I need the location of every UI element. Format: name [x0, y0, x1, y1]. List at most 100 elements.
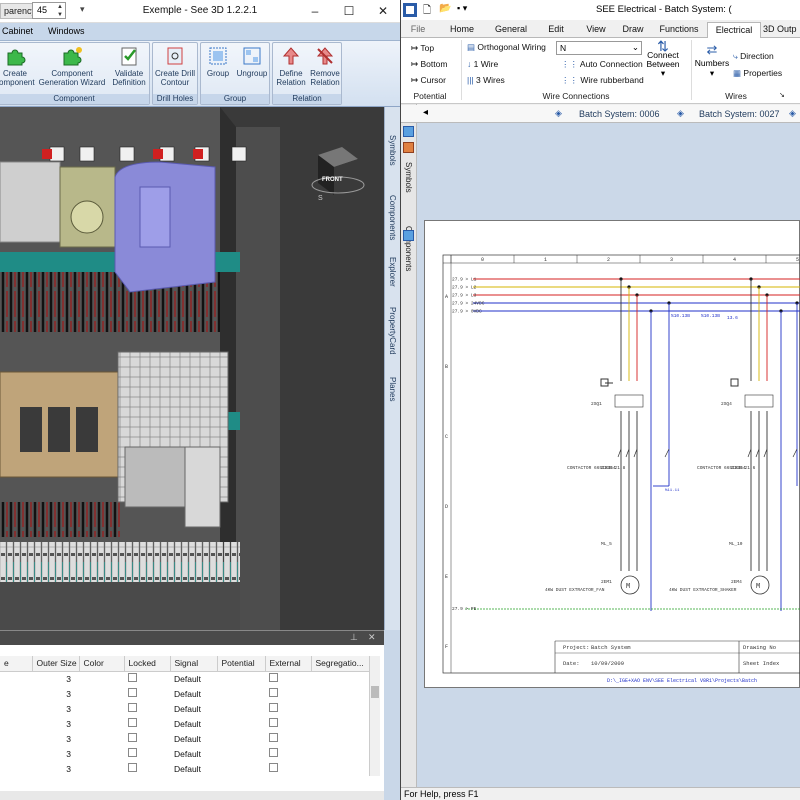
potential-cursor-button[interactable]: ↦ Cursor: [411, 75, 446, 86]
open-folder-icon[interactable]: 📂: [439, 3, 451, 14]
one-wire-button[interactable]: ↓ 1 Wire: [467, 59, 498, 69]
col-header-outer-size[interactable]: Outer Size: [32, 656, 80, 672]
maximize-icon[interactable]: ☐: [334, 0, 364, 22]
menu-cabinet[interactable]: Cabinet: [2, 26, 33, 36]
new-file-icon[interactable]: 🗋: [423, 3, 431, 20]
group-icon: [209, 47, 227, 65]
side-tab-propertycard[interactable]: PropertyCard: [388, 307, 397, 355]
tab-scroll-left-icon[interactable]: ◂: [423, 107, 428, 118]
checkbox[interactable]: [269, 703, 278, 712]
side-tab-explorer[interactable]: Explorer: [388, 257, 397, 287]
table-row[interactable]: 3 Default: [0, 761, 370, 776]
side-tab-symbols[interactable]: Symbols: [404, 162, 413, 193]
three-wires-button[interactable]: ||| 3 Wires: [467, 75, 505, 85]
table-row[interactable]: 3 Default: [0, 671, 370, 686]
ungroup-button[interactable]: Ungroup: [235, 45, 269, 78]
connect-between-dropdown-icon: ▾: [660, 68, 666, 78]
quick-access-dropdown-icon[interactable]: ▾: [80, 4, 85, 15]
side-tab-planes[interactable]: Planes: [388, 377, 397, 401]
checkbox[interactable]: [269, 733, 278, 742]
table-row[interactable]: 3 Default: [0, 746, 370, 761]
checkbox[interactable]: [128, 733, 137, 742]
col-header-external[interactable]: External: [265, 656, 312, 672]
checkbox[interactable]: [128, 673, 137, 683]
tab-view[interactable]: View: [577, 22, 615, 38]
tab-draw[interactable]: Draw: [617, 22, 649, 38]
group-button[interactable]: Group: [203, 45, 233, 78]
group-wires-label: Wires: [725, 91, 747, 101]
checkbox[interactable]: [269, 748, 278, 757]
minimize-icon[interactable]: –: [300, 0, 330, 22]
auto-connection-button[interactable]: ⋮⋮ Auto Connection: [561, 59, 643, 70]
properties-button[interactable]: ▦ Properties: [733, 68, 782, 79]
potential-bottom-button[interactable]: ↦ Bottom: [411, 59, 447, 70]
create-drill-contour-button[interactable]: Create Drill Contour: [153, 45, 197, 87]
scrollbar-thumb[interactable]: [371, 686, 379, 698]
tab-edit[interactable]: Edit: [539, 22, 573, 38]
checkbox[interactable]: [269, 763, 278, 772]
panel-close-icon[interactable]: ✕: [368, 632, 376, 643]
tab-general[interactable]: General: [487, 22, 535, 38]
checkbox[interactable]: [269, 718, 278, 727]
col-header-name[interactable]: e: [0, 656, 33, 672]
table-row[interactable]: 3 Default: [0, 731, 370, 746]
col-header-locked[interactable]: Locked: [124, 656, 171, 672]
checkbox[interactable]: [269, 673, 278, 683]
row-name-cell: [0, 686, 32, 701]
spinner-arrows-icon[interactable]: ▲ ▼: [57, 3, 63, 19]
table-row[interactable]: 3 Default: [0, 716, 370, 731]
group-expand-icon[interactable]: ↘: [779, 91, 785, 99]
numbers-button[interactable]: ⇄ Numbers ▾: [693, 42, 731, 79]
tab-functions[interactable]: Functions: [653, 22, 705, 38]
ref-label-3: 13.6: [727, 315, 738, 321]
checkbox[interactable]: [128, 688, 137, 697]
side-tab-symbols[interactable]: Symbols: [388, 135, 397, 166]
panel-hscroll[interactable]: [0, 791, 384, 800]
schematic-sheet[interactable]: 0 1 2 3 4 5 A B C D E F 27.9 > L1 27.9 > L2 27.9 > L…: [424, 220, 800, 688]
date-label: Date:: [563, 660, 580, 667]
doc-tab-0006[interactable]: Batch System: 0006: [579, 109, 660, 119]
tool-icon-4[interactable]: [403, 230, 414, 241]
wire-rubberband-button[interactable]: ⋮⋮ Wire rubberband: [561, 75, 644, 86]
orthogonal-wiring-button[interactable]: ▤ Orthogonal Wiring: [467, 42, 546, 53]
direction-button[interactable]: ⤷ Direction: [733, 51, 774, 62]
color-cell: [79, 746, 124, 761]
save-icon[interactable]: ▪ ▾: [457, 3, 467, 14]
orthogonal-wiring-select[interactable]: N ⌄: [556, 41, 642, 55]
tab-file[interactable]: File: [401, 22, 435, 38]
potential-top-button[interactable]: ↦ Top: [411, 43, 434, 54]
validate-definition-button[interactable]: Validate Definition: [109, 45, 149, 87]
checkbox[interactable]: [128, 763, 137, 772]
tool-icon-2[interactable]: [403, 126, 414, 137]
color-cell: [79, 716, 124, 731]
col-header-segregation[interactable]: Segregatio...: [311, 656, 370, 672]
menu-windows[interactable]: Windows: [48, 26, 85, 36]
checkbox[interactable]: [128, 703, 137, 712]
checkbox[interactable]: [128, 718, 137, 727]
create-component-button[interactable]: Create omponent: [0, 45, 35, 87]
doc-tab-0027[interactable]: Batch System: 0027: [699, 109, 780, 119]
connect-between-button[interactable]: ⇅ Connect Between ▾: [645, 39, 681, 78]
checkbox[interactable]: [128, 748, 137, 757]
remove-relation-button[interactable]: Remove Relation: [309, 45, 341, 87]
rail-label: 27.9 > 0VDC: [452, 309, 482, 315]
tab-home[interactable]: Home: [443, 22, 481, 38]
transparency-spinner[interactable]: 45 ▲ ▼: [32, 2, 66, 19]
3d-viewport[interactable]: FRONT S: [0, 107, 384, 630]
table-row[interactable]: 3 Default: [0, 686, 370, 701]
panel-vertical-scrollbar[interactable]: [369, 656, 380, 776]
col-header-color[interactable]: Color: [79, 656, 125, 672]
ref-label-2: %10.13B: [701, 313, 720, 319]
side-tab-components[interactable]: Components: [388, 195, 397, 240]
col-header-potential[interactable]: Potential: [217, 656, 266, 672]
close-icon[interactable]: ✕: [368, 0, 398, 22]
define-relation-button[interactable]: Define Relation: [275, 45, 307, 87]
tab-electrical[interactable]: Electrical: [707, 22, 761, 38]
pin-icon[interactable]: ⊥: [350, 632, 358, 643]
component-generation-wizard-button[interactable]: Component Generation Wizard: [37, 45, 107, 87]
tool-icon-3[interactable]: [403, 142, 414, 153]
checkbox[interactable]: [269, 688, 278, 697]
table-row[interactable]: 3 Default: [0, 701, 370, 716]
col-header-signal[interactable]: Signal: [170, 656, 218, 672]
tab-3d-output[interactable]: 3D Outp: [763, 22, 800, 38]
